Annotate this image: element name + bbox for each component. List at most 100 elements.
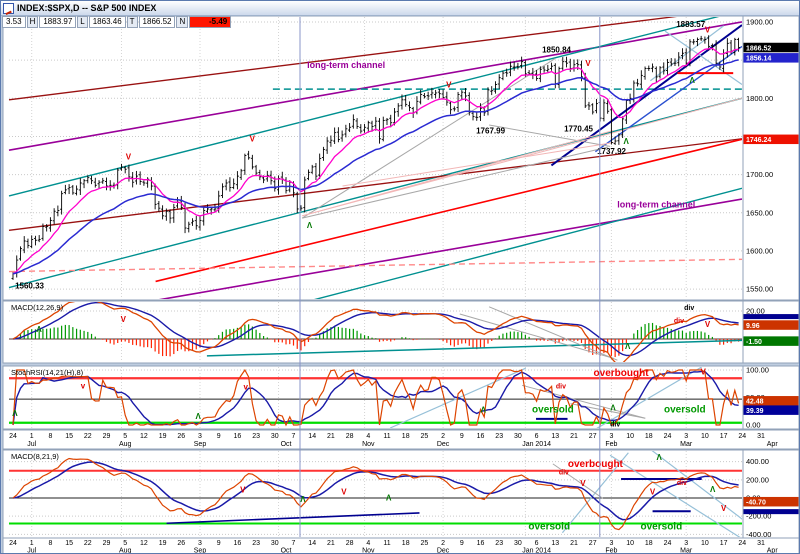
date-tick: 2	[441, 540, 445, 547]
quote-last: 1866.52	[138, 15, 176, 28]
date-tick: 21	[570, 433, 578, 440]
panel-text: oversold	[532, 405, 574, 416]
value-badge-text: 9.96	[746, 323, 760, 330]
date-tick: 18	[402, 540, 410, 547]
quote-row: 3.53 H 1883.97 L 1863.46 T 1866.52 N -5.…	[2, 15, 232, 28]
quote-high: 1883.97	[39, 15, 77, 28]
date-tick: 6	[535, 540, 539, 547]
date-tick: 5	[123, 540, 127, 547]
macd2-label: MACD(8,21,9)	[11, 452, 59, 461]
price-annotation: 1850.84	[542, 46, 571, 55]
marker-bottom: Λ	[625, 342, 631, 351]
date-tick: 24	[9, 540, 17, 547]
date-tick: 3	[198, 433, 202, 440]
value-badge-text: -1.50	[746, 339, 762, 346]
chart-window: INDEX:$SPX,D -- S&P 500 INDEX 3.53 H 188…	[0, 0, 800, 554]
pivot-marker: Λ	[624, 137, 630, 146]
date-tick: 7	[292, 540, 296, 547]
price-annotation: 1770.45	[564, 124, 593, 133]
date-tick: 3	[684, 540, 688, 547]
stochrsi-label: StochRSI(14,21(H),8)	[11, 368, 84, 377]
date-tick: 22	[84, 540, 92, 547]
value-badge-text: 1866.52	[746, 45, 771, 52]
value-badge	[743, 509, 799, 515]
axis-label: 1650.00	[746, 208, 773, 217]
date-tick: 25	[421, 433, 429, 440]
month-label: Jan 2014	[522, 548, 551, 554]
date-tick: 3	[684, 433, 688, 440]
date-tick: 8	[48, 433, 52, 440]
date-tick: 9	[460, 433, 464, 440]
date-tick: 25	[421, 540, 429, 547]
date-tick: 26	[177, 540, 185, 547]
month-label: Feb	[605, 548, 617, 554]
date-tick: 10	[701, 433, 709, 440]
axis-label: 1550.00	[746, 285, 773, 294]
date-tick: 24	[9, 433, 17, 440]
date-tick: 15	[65, 433, 73, 440]
marker-bottom: Λ	[195, 412, 201, 421]
date-tick: 11	[383, 540, 390, 547]
date-tick: 4	[366, 540, 370, 547]
month-label: Dec	[437, 548, 450, 554]
marker-bottom: div	[684, 305, 694, 312]
pivot-marker: V	[585, 59, 591, 68]
panel-text: oversold	[528, 522, 570, 533]
price-annotation: 1883.57	[676, 20, 705, 29]
quote-net-label: N	[176, 15, 189, 28]
month-label: Apr	[767, 548, 779, 554]
date-tick: 16	[477, 540, 485, 547]
month-label: Jul	[27, 441, 36, 448]
date-tick: 23	[495, 433, 503, 440]
date-tick: 24	[738, 540, 746, 547]
month-label: Dec	[437, 441, 450, 448]
axis-label: 1800.00	[746, 94, 773, 103]
stochrsi-panel[interactable]	[2, 365, 799, 430]
marker-bottom: div	[610, 422, 620, 429]
window-titlebar[interactable]: INDEX:$SPX,D -- S&P 500 INDEX	[1, 1, 799, 16]
macd-panel[interactable]	[2, 300, 799, 364]
price-annotation: 1560.33	[15, 282, 44, 291]
axis-label: 400.00	[746, 457, 769, 466]
axis-label: 1900.00	[746, 17, 773, 26]
marker-top: v	[244, 383, 249, 392]
date-tick: 6	[535, 433, 539, 440]
month-label: Jul	[27, 548, 36, 554]
value-badge-text: 1746.24	[746, 137, 771, 144]
date-tick: 18	[402, 433, 410, 440]
date-tick: 10	[701, 540, 709, 547]
pivot-marker: V	[446, 81, 452, 90]
marker-bottom: div	[674, 318, 684, 325]
date-tick: 16	[477, 433, 485, 440]
date-tick: 30	[514, 433, 522, 440]
axis-label: 1600.00	[746, 246, 773, 255]
date-tick: 29	[103, 540, 111, 547]
price-annotation: long-term channel	[307, 60, 385, 70]
date-tick: 31	[757, 433, 765, 440]
date-tick: 16	[234, 540, 242, 547]
marker-top: V	[700, 367, 706, 376]
date-tick: 22	[84, 433, 92, 440]
month-label: Feb	[605, 441, 617, 448]
date-tick: 23	[252, 433, 260, 440]
price-chart-canvas[interactable]: 1883.571850.841767.99 1770.451737.921560.…	[1, 1, 800, 554]
value-badge-text: 1856.14	[746, 56, 771, 63]
date-tick: 10	[626, 540, 634, 547]
date-tick: 9	[460, 540, 464, 547]
axis-label: 200.00	[746, 475, 769, 484]
date-tick: 30	[271, 540, 279, 547]
date-tick: 28	[346, 540, 354, 547]
date-tick: 11	[383, 433, 390, 440]
date-tick: 5	[123, 433, 127, 440]
date-tick: 1	[30, 540, 34, 547]
marker-top: V	[240, 486, 246, 495]
panel-text: overbought	[568, 459, 624, 470]
date-tick: 18	[645, 433, 653, 440]
quote-low-label: L	[77, 15, 88, 28]
marker-bottom: Λ	[36, 325, 42, 334]
panel-text: oversold	[664, 405, 706, 416]
value-badge-text: -40.70	[746, 499, 766, 506]
marker-bottom: Λ	[386, 493, 392, 502]
value-badge	[743, 314, 799, 320]
chart-icon	[3, 2, 14, 14]
